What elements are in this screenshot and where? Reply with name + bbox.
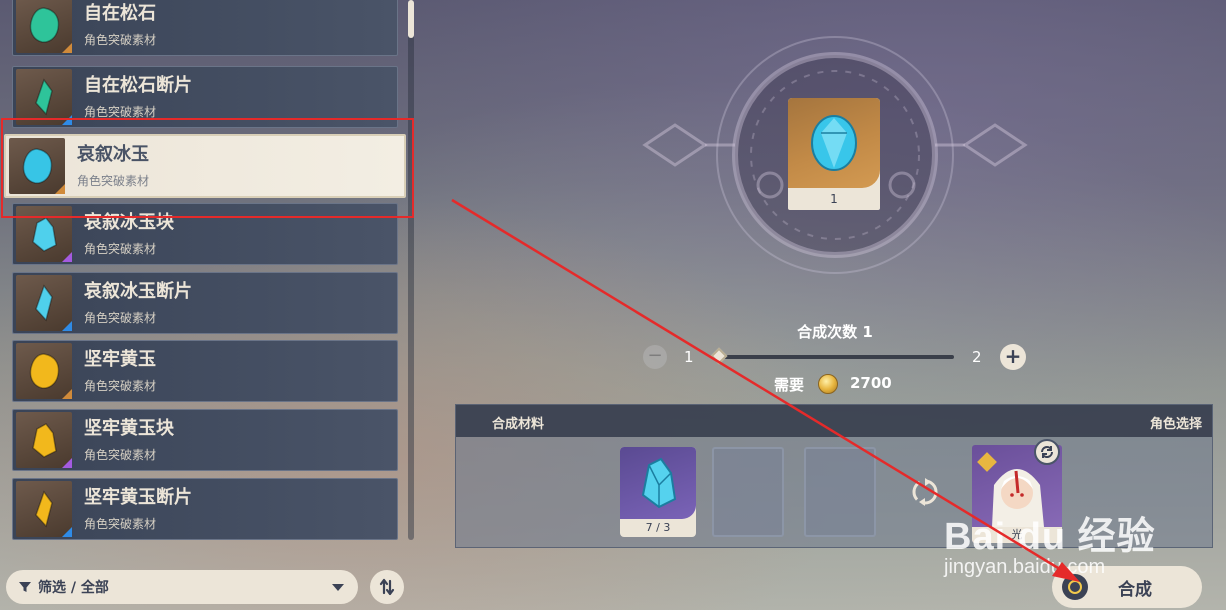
material-thumbnail — [16, 0, 72, 53]
slider-min-value: 1 — [684, 348, 694, 366]
material-thumbnail — [16, 206, 72, 262]
swap-icon — [1041, 446, 1053, 458]
material-name: 哀叙冰玉块 — [84, 211, 174, 233]
material-text: 哀叙冰玉块角色突破素材 — [84, 212, 174, 257]
topaz-chunk-icon — [32, 423, 57, 458]
list-scrollbar[interactable] — [408, 0, 414, 540]
material-category: 角色突破素材 — [84, 241, 157, 256]
material-category: 角色突破素材 — [84, 447, 157, 462]
material-list-item[interactable]: 自在松石角色突破素材 — [12, 0, 398, 56]
ice-jade-chunk-icon — [641, 457, 677, 509]
ice-jade-gem-icon — [811, 115, 857, 171]
result-item-card[interactable]: 1 — [788, 98, 880, 210]
ice-jade-gem-icon — [22, 148, 53, 184]
result-item-count: 1 — [830, 192, 838, 206]
chevron-down-icon — [332, 584, 344, 591]
material-count: 7 / 3 — [645, 521, 671, 534]
character-select-title: 角色选择 — [1149, 417, 1202, 432]
material-text: 哀叙冰玉断片角色突破素材 — [84, 281, 192, 326]
decrease-button[interactable]: − — [643, 345, 667, 369]
material-list-item[interactable]: 哀叙冰玉角色突破素材 — [4, 134, 406, 198]
swap-character-button[interactable] — [1034, 439, 1060, 465]
filter-dropdown[interactable]: 筛选 / 全部 — [6, 570, 358, 604]
sort-button[interactable] — [370, 570, 404, 604]
increase-button[interactable]: + — [1000, 344, 1026, 370]
craft-count-label: 合成次数 1 — [797, 323, 873, 341]
material-list-item[interactable]: 坚牢黄玉块角色突破素材 — [12, 409, 398, 471]
material-category: 角色突破素材 — [84, 516, 157, 531]
material-name: 自在松石断片 — [84, 74, 192, 96]
material-list-item[interactable]: 坚牢黄玉角色突破素材 — [12, 340, 398, 402]
material-category: 角色突破素材 — [84, 32, 157, 47]
empty-material-slot — [712, 447, 784, 537]
material-art — [620, 447, 696, 519]
material-thumbnail — [16, 481, 72, 537]
material-name: 坚牢黄玉断片 — [84, 486, 192, 508]
craft-button-label: 合成 — [1118, 579, 1152, 600]
material-list-item[interactable]: 自在松石断片角色突破素材 — [12, 66, 398, 128]
reset-icon[interactable] — [908, 475, 942, 509]
material-name: 哀叙冰玉 — [77, 143, 149, 165]
slider-handle[interactable] — [710, 347, 728, 365]
ice-jade-fragment-icon — [35, 284, 53, 322]
ice-jade-chunk-icon — [32, 217, 57, 252]
material-thumbnail — [16, 343, 72, 399]
material-thumbnail — [16, 412, 72, 468]
material-text: 坚牢黄玉块角色突破素材 — [84, 418, 174, 463]
material-category: 角色突破素材 — [84, 104, 157, 119]
materials-header: 合成材料 角色选择 — [456, 405, 1212, 437]
topaz-fragment-icon — [35, 490, 53, 528]
material-name: 自在松石 — [84, 2, 156, 24]
material-category: 角色突破素材 — [84, 310, 157, 325]
material-text: 哀叙冰玉角色突破素材 — [77, 144, 149, 189]
watermark-url: jingyan.baidu.com — [944, 556, 1106, 578]
material-name: 坚牢黄玉 — [84, 348, 156, 370]
material-text: 坚牢黄玉断片角色突破素材 — [84, 487, 192, 532]
watermark-logo: Bai du 经验 — [944, 516, 1156, 558]
material-text: 自在松石角色突破素材 — [84, 3, 156, 48]
material-list-item[interactable]: 哀叙冰玉块角色突破素材 — [12, 203, 398, 265]
cost-value: 2700 — [850, 374, 892, 392]
topaz-gem-icon — [29, 353, 60, 389]
result-item-art — [788, 98, 880, 188]
material-name: 坚牢黄玉块 — [84, 417, 174, 439]
cost-label: 需要 — [774, 376, 805, 394]
required-material-card[interactable]: 7 / 3 — [620, 447, 696, 537]
materials-title: 合成材料 — [492, 417, 545, 432]
material-text: 坚牢黄玉角色突破素材 — [84, 349, 156, 394]
craft-count-slider[interactable] — [714, 355, 954, 359]
mora-coin-icon — [818, 374, 838, 394]
material-list-item[interactable]: 坚牢黄玉断片角色突破素材 — [12, 478, 398, 540]
material-list-item[interactable]: 哀叙冰玉断片角色突破素材 — [12, 272, 398, 334]
filter-label: 筛选 / 全部 — [38, 580, 109, 596]
turquoise-gem-icon — [29, 7, 60, 43]
material-category: 角色突破素材 — [84, 378, 157, 393]
scrollbar-thumb[interactable] — [408, 0, 414, 38]
material-list: 自在松石 角色突破素材 自在松石断片 角色突破素材 哀叙冰玉 角色突破素材 哀叙冰玉块 角色突… — [0, 0, 418, 548]
sort-icon — [379, 578, 395, 596]
empty-material-slot — [804, 447, 876, 537]
material-category: 角色突破素材 — [77, 173, 150, 188]
material-thumbnail — [16, 275, 72, 331]
material-text: 自在松石断片角色突破素材 — [84, 75, 192, 120]
material-thumbnail — [9, 138, 65, 194]
funnel-icon — [19, 582, 31, 592]
turquoise-fragment-icon — [35, 78, 53, 116]
slider-max-value: 2 — [972, 348, 982, 366]
material-thumbnail — [16, 69, 72, 125]
material-name: 哀叙冰玉断片 — [84, 280, 192, 302]
